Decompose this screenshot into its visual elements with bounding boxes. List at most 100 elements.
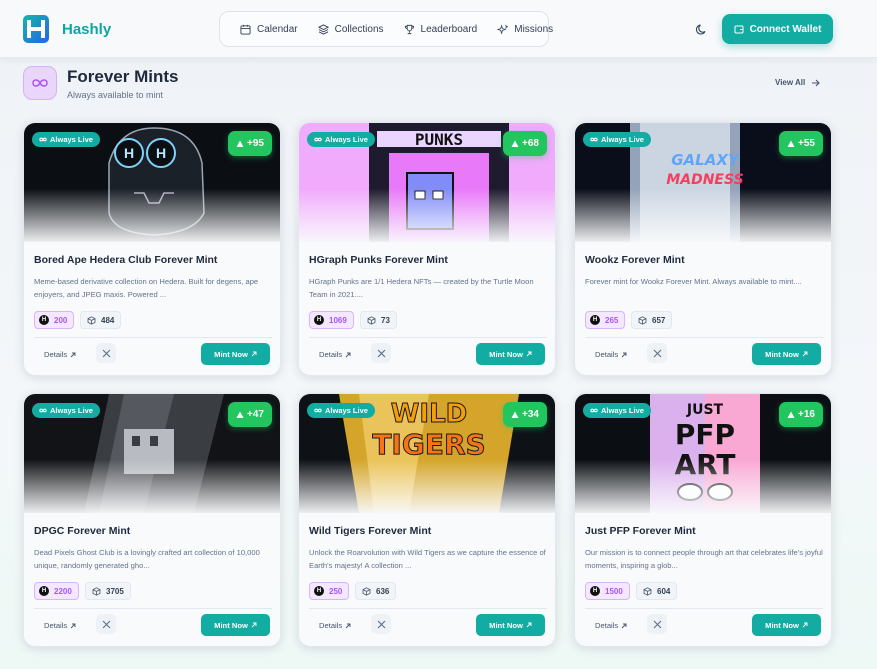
external-arrow-icon (526, 622, 532, 628)
top-header: Hashly Calendar Collections Leaderboard … (0, 0, 877, 58)
view-all-label: View All (775, 78, 806, 87)
mint-now-button[interactable]: Mint Now (752, 343, 821, 365)
cube-icon (367, 315, 376, 325)
score-value: +34 (522, 409, 539, 420)
live-label: Always Live (50, 406, 93, 415)
details-link[interactable]: Details (319, 350, 351, 359)
sparkles-icon (497, 24, 509, 34)
supply-chip: 484 (80, 311, 122, 329)
mint-card[interactable]: JUST PFP ART Always Live +16 Just PFP Fo… (574, 393, 832, 647)
card-divider (34, 608, 272, 609)
price-value: 1069 (329, 315, 347, 325)
score-value: +95 (247, 138, 264, 149)
price-value: 200 (54, 315, 68, 325)
brand-name[interactable]: Hashly (62, 21, 111, 38)
mint-now-button[interactable]: Mint Now (201, 614, 270, 636)
details-link[interactable]: Details (319, 621, 351, 630)
card-title[interactable]: Wookz Forever Mint (585, 254, 685, 266)
details-link[interactable]: Details (595, 621, 627, 630)
score-badge: +68 (503, 131, 547, 156)
details-label: Details (595, 621, 619, 630)
live-label: Always Live (601, 406, 644, 415)
triangle-up-icon (511, 411, 519, 418)
mint-now-button[interactable]: Mint Now (752, 614, 821, 636)
connect-wallet-button[interactable]: Connect Wallet (722, 14, 833, 44)
mint-card[interactable]: PUNKS Always Live +68 HGraph Punks Forev… (298, 122, 556, 376)
mint-now-button[interactable]: Mint Now (476, 343, 545, 365)
card-description: Unlock the Roarvolution with Wild Tigers… (309, 548, 546, 570)
view-all-link[interactable]: View All (775, 78, 821, 87)
mint-now-button[interactable]: Mint Now (476, 614, 545, 636)
card-title[interactable]: Bored Ape Hedera Club Forever Mint (34, 254, 217, 266)
x-social-button[interactable] (96, 343, 116, 363)
card-description: Dead Pixels Ghost Club is a lovingly cra… (34, 548, 260, 570)
card-title[interactable]: Just PFP Forever Mint (585, 525, 696, 537)
price-value: 250 (329, 586, 343, 596)
price-value: 1500 (605, 586, 623, 596)
mint-now-label: Mint Now (214, 620, 248, 630)
details-link[interactable]: Details (44, 350, 76, 359)
nav-calendar[interactable]: Calendar (230, 16, 308, 42)
card-title[interactable]: HGraph Punks Forever Mint (309, 254, 448, 266)
hashly-logo-icon[interactable] (22, 14, 50, 44)
x-social-button[interactable] (647, 614, 667, 634)
moon-icon[interactable] (694, 21, 710, 37)
details-link[interactable]: Details (595, 350, 627, 359)
always-live-badge: Always Live (307, 132, 375, 147)
cube-icon (92, 586, 101, 596)
score-badge: +16 (779, 402, 823, 427)
infinity-icon (39, 408, 47, 413)
arrow-right-icon (812, 79, 821, 86)
triangle-up-icon (511, 140, 519, 147)
mint-card[interactable]: H H Always Live +95 Bored Ape Hedera Clu… (23, 122, 281, 376)
external-arrow-icon (802, 622, 808, 628)
x-logo-icon (653, 349, 661, 357)
price-chip: H 2200 (34, 582, 79, 600)
mint-card[interactable]: Always Live +47 DPGC Forever Mint Dead P… (23, 393, 281, 647)
x-social-button[interactable] (371, 343, 391, 363)
always-live-badge: Always Live (307, 403, 375, 418)
mint-now-label: Mint Now (489, 349, 523, 359)
triangle-up-icon (787, 140, 795, 147)
supply-value: 73 (381, 315, 390, 325)
mint-card[interactable]: WILD TIGERS Always Live +34 Wild Tigers … (298, 393, 556, 647)
card-title[interactable]: Wild Tigers Forever Mint (309, 525, 431, 537)
cube-icon (638, 315, 647, 325)
score-badge: +95 (228, 131, 272, 156)
x-logo-icon (102, 349, 110, 357)
nav-missions-label: Missions (514, 23, 554, 35)
always-live-badge: Always Live (32, 403, 100, 418)
mint-now-label: Mint Now (489, 620, 523, 630)
score-badge: +47 (228, 402, 272, 427)
layers-icon (317, 23, 329, 35)
connect-wallet-label: Connect Wallet (749, 23, 822, 35)
details-label: Details (44, 621, 68, 630)
triangle-up-icon (236, 411, 244, 418)
x-social-button[interactable] (647, 343, 667, 363)
external-arrow-icon (526, 351, 532, 357)
supply-value: 484 (101, 315, 115, 325)
nav-leaderboard-label: Leaderboard (420, 23, 478, 35)
nav-collections[interactable]: Collections (308, 16, 394, 42)
cube-icon (643, 586, 652, 596)
nav-leaderboard[interactable]: Leaderboard (394, 16, 488, 42)
mint-card[interactable]: GALAXY MADNESS Always Live +55 Wookz For… (574, 122, 832, 376)
nav-collections-label: Collections (334, 23, 384, 35)
x-social-button[interactable] (371, 614, 391, 634)
nav-missions[interactable]: Missions (487, 16, 563, 42)
card-divider (585, 337, 823, 338)
price-chip: H 1069 (309, 311, 354, 329)
always-live-badge: Always Live (32, 132, 100, 147)
card-description: Meme-based derivative collection on Hede… (34, 277, 259, 299)
x-social-button[interactable] (96, 614, 116, 634)
card-divider (309, 337, 547, 338)
mint-now-button[interactable]: Mint Now (201, 343, 270, 365)
live-label: Always Live (50, 135, 93, 144)
external-arrow-icon (621, 352, 627, 357)
calendar-icon (240, 24, 251, 35)
x-logo-icon (102, 620, 110, 628)
card-title[interactable]: DPGC Forever Mint (34, 525, 130, 537)
supply-value: 636 (376, 586, 390, 596)
details-link[interactable]: Details (44, 621, 76, 630)
price-chip: H 265 (585, 311, 626, 329)
